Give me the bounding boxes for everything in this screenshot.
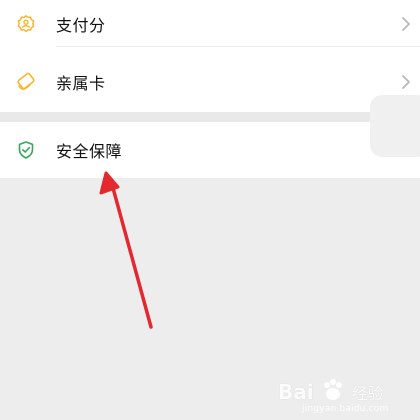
menu-item-family-card[interactable]: 亲属卡	[0, 54, 420, 110]
watermark-url: jingyan.baidu.com	[302, 404, 389, 414]
menu-item-security[interactable]: 安全保障	[0, 122, 420, 178]
menu-item-label: 支付分	[56, 16, 106, 35]
watermark-brand: Bai	[278, 380, 314, 404]
shield-icon	[15, 139, 37, 161]
paw-logo-icon	[320, 377, 346, 407]
settings-screen: 支付分 亲属卡 安全保障 Bai 经验 jingyan.baidu.com	[0, 0, 420, 420]
watermark-sub: 经验	[351, 384, 384, 403]
menu-item-label: 亲属卡	[56, 74, 106, 93]
row-divider	[56, 46, 420, 47]
family-card-icon	[15, 71, 37, 93]
menu-group-top: 支付分 亲属卡	[0, 0, 420, 112]
payscore-icon	[15, 13, 37, 35]
menu-item-label: 安全保障	[56, 142, 123, 161]
section-gap	[0, 112, 420, 122]
chevron-right-icon	[400, 16, 412, 32]
chevron-right-icon	[400, 74, 412, 90]
floating-side-handle[interactable]	[370, 95, 420, 157]
menu-group-bottom: 安全保障	[0, 122, 420, 178]
menu-item-payscore[interactable]: 支付分	[0, 0, 420, 52]
